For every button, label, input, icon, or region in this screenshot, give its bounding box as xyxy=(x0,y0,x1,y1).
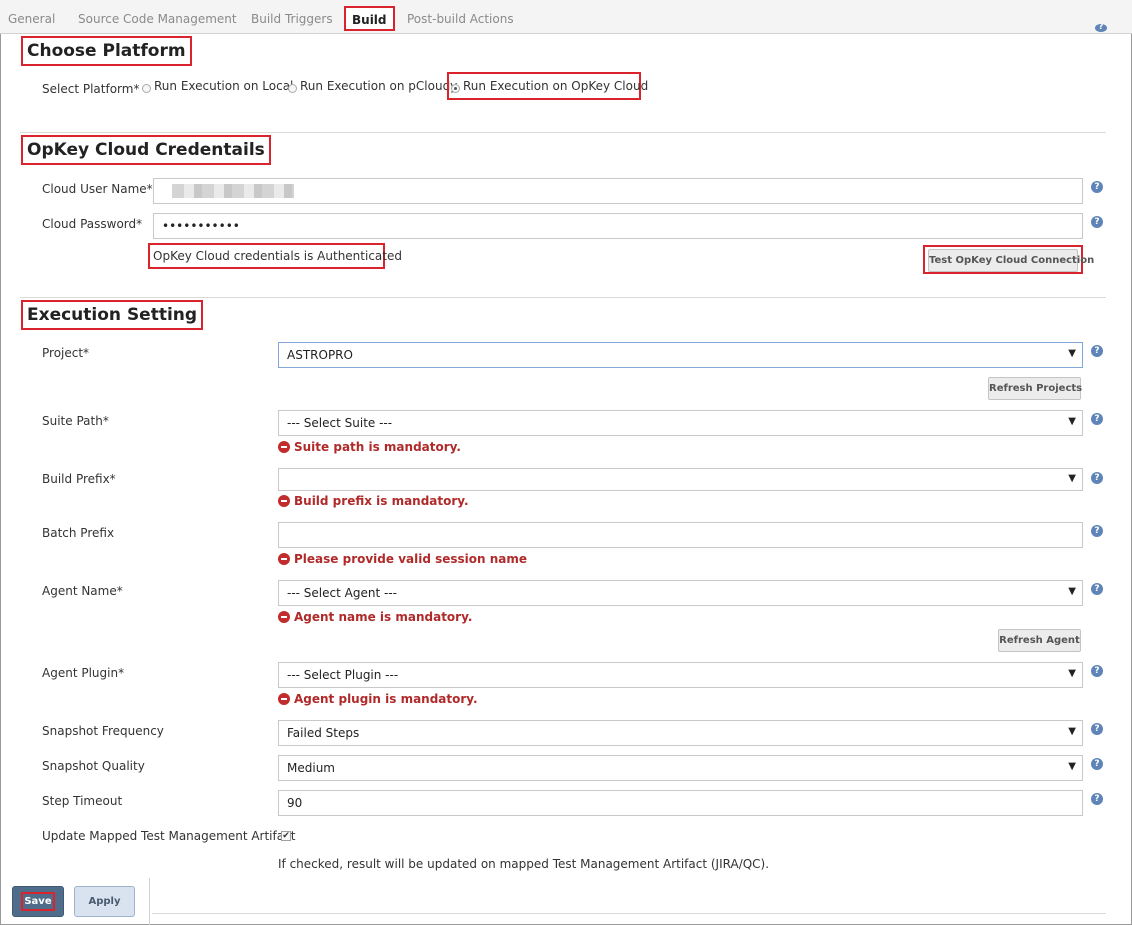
step-timeout-label: Step Timeout xyxy=(42,794,123,808)
section-divider xyxy=(20,132,1106,133)
radio-label-run-opkey-cloud[interactable]: Run Execution on OpKey Cloud xyxy=(463,79,648,93)
chevron-down-icon: ▼ xyxy=(1068,416,1076,427)
radio-label-run-local[interactable]: Run Execution on Local xyxy=(154,79,293,93)
agent-name-label: Agent Name* xyxy=(42,584,123,598)
tab-build-triggers[interactable]: Build Triggers xyxy=(251,12,333,26)
batch-prefix-error-text: Please provide valid session name xyxy=(294,552,528,566)
project-select[interactable]: ASTROPRO ▼ xyxy=(278,342,1083,368)
radio-run-opkey-cloud[interactable] xyxy=(451,84,460,93)
agent-plugin-value: --- Select Plugin --- xyxy=(287,668,399,682)
suite-path-value: --- Select Suite --- xyxy=(287,416,393,430)
update-artifact-hint: If checked, result will be updated on ma… xyxy=(278,857,770,871)
batch-prefix-error: Please provide valid session name xyxy=(278,552,527,566)
snapshot-quality-select[interactable]: Medium ▼ xyxy=(278,755,1083,781)
agent-name-error: Agent name is mandatory. xyxy=(278,610,472,624)
help-icon[interactable]: ? xyxy=(1091,472,1103,484)
step-timeout-input[interactable]: 90 xyxy=(278,790,1083,816)
error-icon xyxy=(278,553,290,565)
help-icon[interactable]: ? xyxy=(1091,216,1103,228)
snapshot-quality-value: Medium xyxy=(287,761,335,775)
project-label: Project* xyxy=(42,346,90,360)
tab-bar: General Source Code Management Build Tri… xyxy=(0,0,1132,34)
tab-source-code-management[interactable]: Source Code Management xyxy=(78,12,237,26)
snapshot-frequency-label: Snapshot Frequency xyxy=(42,724,164,738)
build-prefix-label: Build Prefix* xyxy=(42,472,116,486)
suite-path-select[interactable]: --- Select Suite --- ▼ xyxy=(278,410,1083,436)
chevron-down-icon: ▼ xyxy=(1068,668,1076,679)
section-title-credentials: OpKey Cloud Credentails xyxy=(21,135,271,165)
help-icon[interactable]: ? xyxy=(1091,758,1103,770)
update-artifact-checkbox[interactable]: ✔ xyxy=(281,831,291,841)
chevron-down-icon: ▼ xyxy=(1068,586,1076,597)
tab-post-build-actions[interactable]: Post-build Actions xyxy=(407,12,514,26)
snapshot-quality-label: Snapshot Quality xyxy=(42,759,145,773)
save-button-label: Save xyxy=(21,892,55,911)
help-icon[interactable]: ? xyxy=(1091,525,1103,537)
refresh-projects-button[interactable]: Refresh Projects xyxy=(988,377,1082,400)
batch-prefix-input[interactable] xyxy=(278,522,1083,548)
help-icon[interactable]: ? xyxy=(1091,181,1103,193)
help-icon[interactable]: ? xyxy=(1091,583,1103,595)
chevron-down-icon: ▼ xyxy=(1068,473,1076,484)
chevron-down-icon: ▼ xyxy=(1068,726,1076,737)
suite-path-error: Suite path is mandatory. xyxy=(278,440,461,454)
section-divider xyxy=(152,913,1106,914)
help-icon[interactable]: ? xyxy=(1091,413,1103,425)
cloud-user-name-label: Cloud User Name* xyxy=(42,182,153,196)
help-icon[interactable]: ? xyxy=(1091,345,1103,357)
error-icon xyxy=(278,495,290,507)
cloud-password-input[interactable]: ••••••••••• xyxy=(153,213,1083,239)
error-icon xyxy=(278,441,290,453)
auth-status-text: OpKey Cloud credentials is Authenticated xyxy=(153,249,402,263)
cloud-password-label: Cloud Password* xyxy=(42,217,143,231)
agent-plugin-error: Agent plugin is mandatory. xyxy=(278,692,478,706)
update-artifact-label: Update Mapped Test Management Artifact xyxy=(42,829,296,843)
build-prefix-error: Build prefix is mandatory. xyxy=(278,494,469,508)
agent-name-error-text: Agent name is mandatory. xyxy=(294,610,473,624)
tab-general[interactable]: General xyxy=(8,12,55,26)
section-title-choose-platform: Choose Platform xyxy=(21,36,192,66)
batch-prefix-label: Batch Prefix xyxy=(42,526,115,540)
suite-path-label: Suite Path* xyxy=(42,414,109,428)
help-icon[interactable]: ? xyxy=(1091,723,1103,735)
help-icon[interactable]: ? xyxy=(1091,793,1103,805)
select-platform-label: Select Platform* xyxy=(42,82,140,96)
cloud-user-name-input[interactable] xyxy=(153,178,1083,204)
agent-plugin-error-text: Agent plugin is mandatory. xyxy=(294,692,478,706)
radio-run-pcloudy[interactable] xyxy=(288,84,297,93)
help-icon[interactable]: ? xyxy=(1091,665,1103,677)
refresh-agent-button[interactable]: Refresh Agent xyxy=(998,629,1081,652)
error-icon xyxy=(278,693,290,705)
project-value: ASTROPRO xyxy=(287,348,353,362)
cloud-password-value: ••••••••••• xyxy=(162,219,240,233)
agent-plugin-select[interactable]: --- Select Plugin --- ▼ xyxy=(278,662,1083,688)
section-divider xyxy=(20,297,1106,298)
test-opkey-cloud-connection-button[interactable]: Test OpKey Cloud Connection xyxy=(928,249,1094,272)
agent-name-select[interactable]: --- Select Agent --- ▼ xyxy=(278,580,1083,606)
radio-label-run-pcloudy[interactable]: Run Execution on pCloudy xyxy=(300,79,457,93)
tab-build[interactable]: Build xyxy=(344,6,395,31)
chevron-down-icon: ▼ xyxy=(1068,761,1076,772)
redacted-username xyxy=(172,184,294,198)
help-icon[interactable]: ? xyxy=(1095,24,1107,32)
apply-button[interactable]: Apply xyxy=(74,886,135,917)
radio-run-local[interactable] xyxy=(142,84,151,93)
build-prefix-select[interactable]: ▼ xyxy=(278,468,1083,491)
error-icon xyxy=(278,611,290,623)
snapshot-frequency-value: Failed Steps xyxy=(287,726,360,740)
agent-plugin-label: Agent Plugin* xyxy=(42,666,125,680)
section-title-execution-setting: Execution Setting xyxy=(21,300,204,330)
agent-name-value: --- Select Agent --- xyxy=(287,586,397,600)
build-prefix-error-text: Build prefix is mandatory. xyxy=(294,494,469,508)
chevron-down-icon: ▼ xyxy=(1068,348,1076,359)
step-timeout-value: 90 xyxy=(287,796,303,810)
suite-path-error-text: Suite path is mandatory. xyxy=(294,440,461,454)
snapshot-frequency-select[interactable]: Failed Steps ▼ xyxy=(278,720,1083,746)
save-button[interactable]: Save xyxy=(12,886,64,917)
